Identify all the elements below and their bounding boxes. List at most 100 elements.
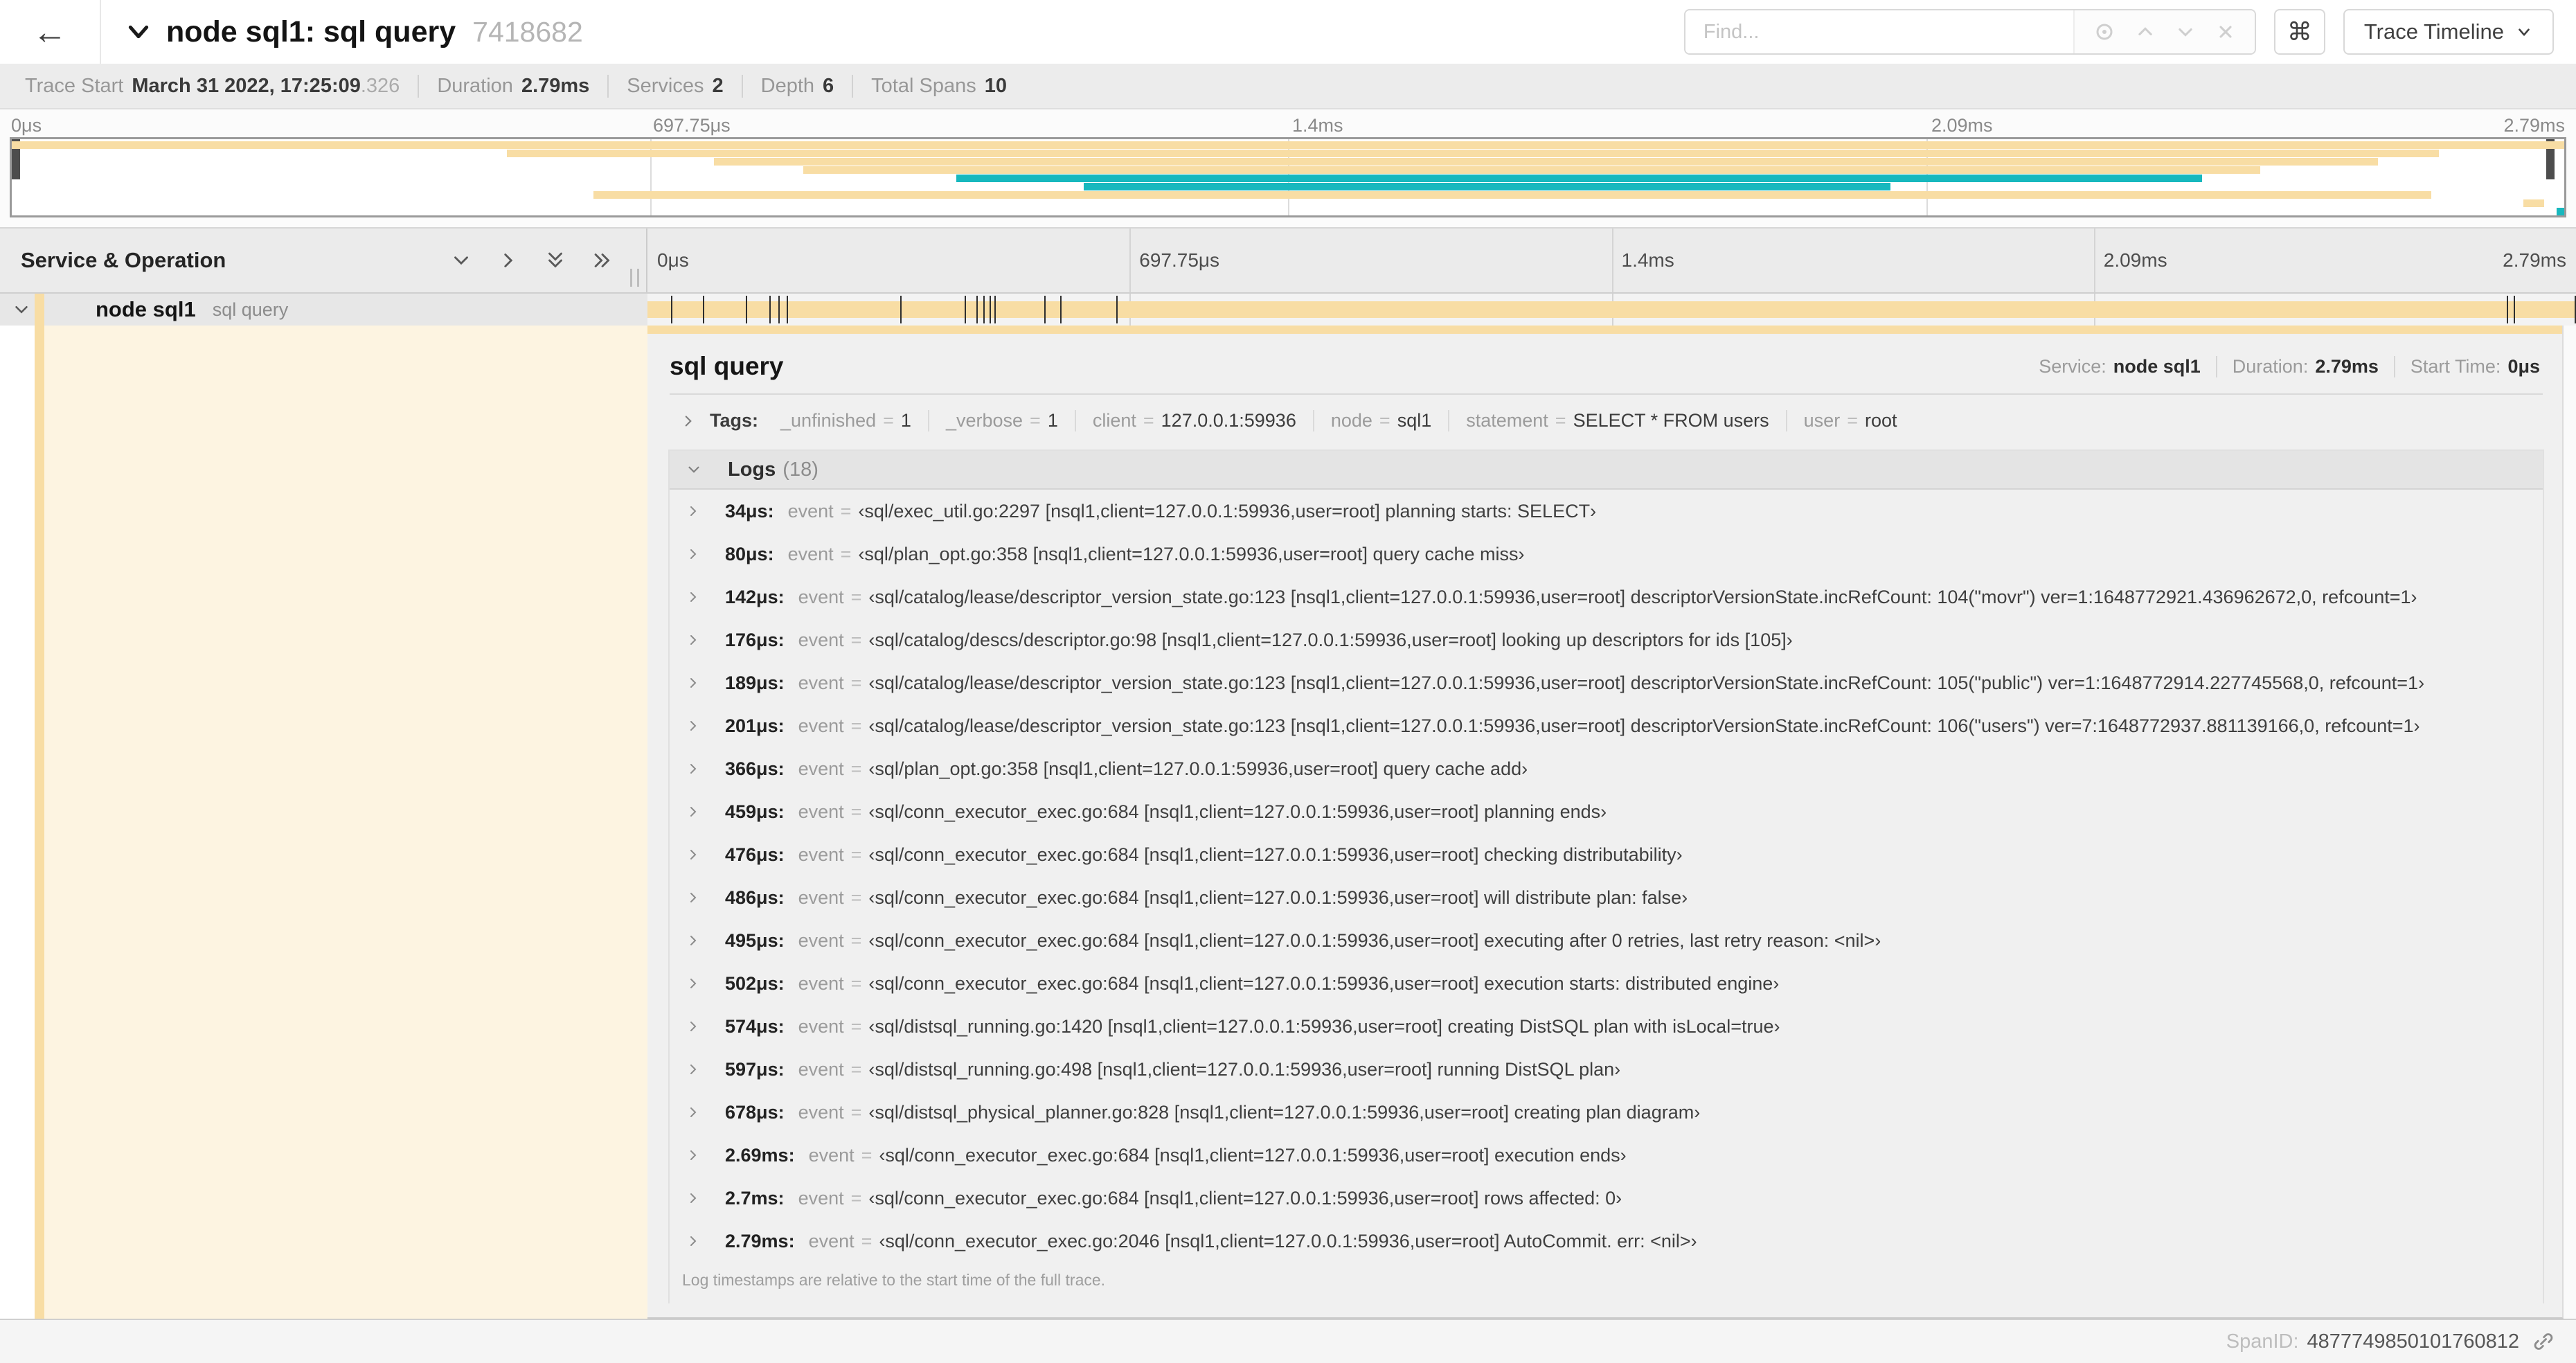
log-row[interactable]: 201μs: event = ‹sql/catalog/lease/descri… xyxy=(670,704,2543,747)
log-rows: 34μs: event = ‹sql/exec_util.go:2297 [ns… xyxy=(670,490,2543,1263)
timeline-ruler: 0μs 697.75μs 1.4ms 2.09ms 2.79ms xyxy=(647,229,2576,292)
minimap-span-bar xyxy=(507,150,2440,157)
log-row[interactable]: 2.69ms: event = ‹sql/conn_executor_exec.… xyxy=(670,1134,2543,1177)
depth-item: Depth 6 xyxy=(743,74,854,98)
log-timestamp: 2.7ms: xyxy=(725,1187,785,1209)
log-field-value: ‹sql/distsql_running.go:1420 [nsql1,clie… xyxy=(868,1015,1780,1037)
tag-item: client = 127.0.0.1:59936 xyxy=(1076,410,1314,431)
log-row[interactable]: 2.79ms: event = ‹sql/conn_executor_exec.… xyxy=(670,1220,2543,1263)
keyboard-shortcuts-button[interactable]: ⌘ xyxy=(2273,9,2325,55)
log-row[interactable]: 678μs: event = ‹sql/distsql_physical_pla… xyxy=(670,1091,2543,1134)
span-duration-bar[interactable] xyxy=(647,301,2576,318)
log-field-value: ‹sql/conn_executor_exec.go:684 [nsql1,cl… xyxy=(868,801,1607,822)
log-row[interactable]: 476μs: event = ‹sql/conn_executor_exec.g… xyxy=(670,833,2543,876)
clear-search-icon[interactable] xyxy=(2216,22,2235,42)
chevron-right-icon xyxy=(685,1147,701,1164)
span-row-track[interactable] xyxy=(647,294,2576,326)
locate-icon[interactable] xyxy=(2094,21,2115,42)
prev-match-icon[interactable] xyxy=(2136,22,2155,42)
chevron-right-icon xyxy=(685,889,701,906)
log-row[interactable]: 495μs: event = ‹sql/conn_executor_exec.g… xyxy=(670,919,2543,962)
log-equals: = xyxy=(850,629,862,650)
log-equals: = xyxy=(840,543,852,564)
log-field-value: ‹sql/catalog/descs/descriptor.go:98 [nsq… xyxy=(868,629,1793,650)
log-row[interactable]: 2.7ms: event = ‹sql/conn_executor_exec.g… xyxy=(670,1177,2543,1220)
log-marker xyxy=(2514,296,2516,323)
minimap-canvas[interactable] xyxy=(10,137,2566,217)
log-timestamp: 574μs: xyxy=(725,1015,785,1037)
minimap-span-bar xyxy=(713,158,2378,166)
log-row[interactable]: 597μs: event = ‹sql/distsql_running.go:4… xyxy=(670,1048,2543,1091)
view-selector-button[interactable]: Trace Timeline xyxy=(2343,9,2554,55)
log-field-key: event xyxy=(787,500,834,522)
deep-link-icon[interactable] xyxy=(2532,1330,2555,1353)
minimap-tick: 2.09ms xyxy=(1931,115,1993,136)
collapse-one-icon[interactable] xyxy=(449,249,473,272)
expand-one-icon[interactable] xyxy=(497,249,520,272)
chevron-right-icon xyxy=(685,632,701,648)
log-row[interactable]: 34μs: event = ‹sql/exec_util.go:2297 [ns… xyxy=(670,490,2543,533)
find-input[interactable] xyxy=(1685,10,2073,53)
log-timestamp: 189μs: xyxy=(725,672,785,693)
back-button[interactable]: ← xyxy=(0,0,101,64)
log-timestamp: 678μs: xyxy=(725,1101,785,1123)
chevron-right-icon xyxy=(685,932,701,949)
back-arrow-icon: ← xyxy=(33,12,67,51)
span-color-bar xyxy=(35,294,44,326)
log-row[interactable]: 366μs: event = ‹sql/plan_opt.go:358 [nsq… xyxy=(670,747,2543,790)
log-field-value: ‹sql/conn_executor_exec.go:684 [nsql1,cl… xyxy=(868,1187,1622,1209)
log-marker xyxy=(2507,296,2509,323)
minimap-tick-labels: 0μs 697.75μs 1.4ms 2.09ms 2.79ms xyxy=(10,109,2566,137)
minimap-span-bar xyxy=(803,166,2261,174)
minimap-span-bar xyxy=(12,141,2564,149)
chevron-right-icon xyxy=(685,975,701,992)
log-row[interactable]: 486μs: event = ‹sql/conn_executor_exec.g… xyxy=(670,876,2543,919)
trace-start-item: Trace Start March 31 2022, 17:25:09.326 xyxy=(7,74,420,98)
log-field-value: ‹sql/catalog/lease/descriptor_version_st… xyxy=(868,672,2425,693)
log-row[interactable]: 80μs: event = ‹sql/plan_opt.go:358 [nsql… xyxy=(670,533,2543,576)
tag-item: user = root xyxy=(1803,410,1897,431)
span-service-name: node sql1 xyxy=(96,297,196,321)
log-row[interactable]: 176μs: event = ‹sql/catalog/descs/descri… xyxy=(670,618,2543,661)
column-resizer-grip[interactable] xyxy=(630,269,639,287)
span-row-name-column[interactable]: node sql1 sql query xyxy=(0,294,647,326)
log-marker xyxy=(1116,296,1118,323)
log-field-value: ‹sql/exec_util.go:2297 [nsql1,client=127… xyxy=(858,500,1597,522)
span-color-bar xyxy=(35,326,44,1319)
tag-item: statement = SELECT * FROM users xyxy=(1449,410,1787,431)
log-row[interactable]: 502μs: event = ‹sql/conn_executor_exec.g… xyxy=(670,962,2543,1005)
chevron-down-icon xyxy=(685,461,703,479)
log-marker xyxy=(769,296,771,323)
minimap-span-bar xyxy=(1084,183,1890,190)
span-row[interactable]: node sql1 sql query xyxy=(0,294,2576,326)
next-match-icon[interactable] xyxy=(2176,22,2195,42)
span-id-label: SpanID: xyxy=(2226,1330,2299,1353)
log-equals: = xyxy=(850,1187,862,1209)
span-detail-title: sql query xyxy=(670,352,784,380)
log-row[interactable]: 189μs: event = ‹sql/catalog/lease/descri… xyxy=(670,661,2543,704)
log-field-key: event xyxy=(798,1015,844,1037)
log-row[interactable]: 142μs: event = ‹sql/catalog/lease/descri… xyxy=(670,576,2543,618)
log-marker xyxy=(965,296,967,323)
chevron-right-icon xyxy=(685,803,701,820)
tags-row[interactable]: Tags: _unfinished = 1 _verbose = 1 client = 12… xyxy=(668,395,2544,443)
duration-item: Duration 2.79ms xyxy=(419,74,609,98)
span-detail-header: sql query Service: node sql1 Duration: 2.7… xyxy=(668,334,2544,393)
log-field-key: event xyxy=(798,801,844,822)
log-equals: = xyxy=(850,929,862,951)
chevron-down-icon[interactable] xyxy=(11,299,32,320)
logs-section: Logs (18) 34μs: event = ‹sql/exec_util.g… xyxy=(668,449,2544,1303)
collapse-all-icon[interactable] xyxy=(544,249,567,272)
log-row[interactable]: 574μs: event = ‹sql/distsql_running.go:1… xyxy=(670,1005,2543,1048)
timeline-gridline xyxy=(1611,229,1613,292)
tags-label: Tags: xyxy=(710,410,759,431)
expand-all-icon[interactable] xyxy=(591,249,614,272)
log-field-key: event xyxy=(808,1230,855,1251)
log-row[interactable]: 459μs: event = ‹sql/conn_executor_exec.g… xyxy=(670,790,2543,833)
chevron-right-icon xyxy=(685,1061,701,1078)
chevron-right-icon xyxy=(685,1104,701,1121)
span-color-strip xyxy=(647,326,2562,334)
chevron-down-icon[interactable] xyxy=(125,18,152,46)
logs-header[interactable]: Logs (18) xyxy=(670,451,2543,490)
span-detail-meta: Service: node sql1 Duration: 2.79ms Start … xyxy=(2023,355,2543,377)
